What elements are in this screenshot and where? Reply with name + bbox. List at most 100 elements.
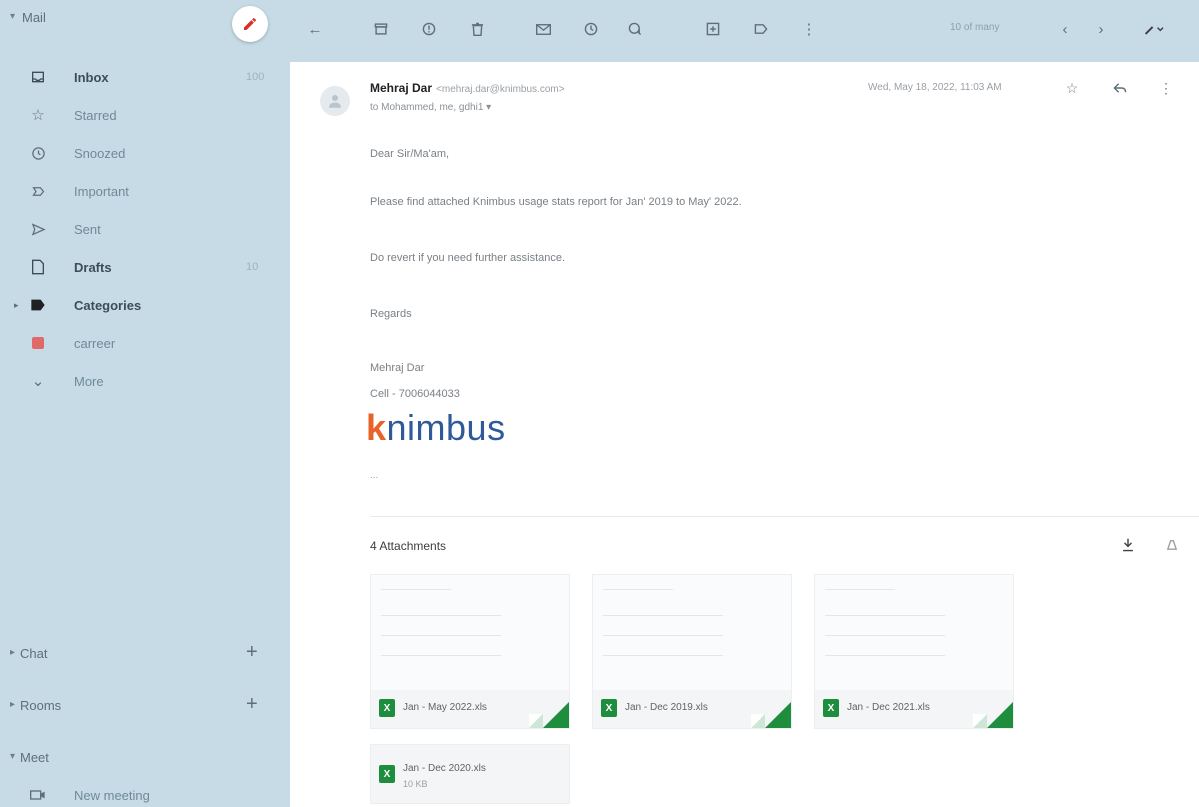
chevron-left-icon[interactable]: ‹ (1054, 18, 1076, 40)
sidebar-item-label: Categories (74, 297, 142, 313)
send-icon (28, 219, 48, 239)
sidebar-item-drafts[interactable]: Drafts 10 (0, 248, 290, 286)
archive-icon[interactable] (370, 18, 392, 40)
chevron-down-icon: ⌄ (31, 373, 45, 390)
trimmed-content-button[interactable]: ... (370, 470, 378, 481)
reply-icon[interactable] (1110, 78, 1130, 98)
rooms-section-header[interactable]: ▸ Rooms + (0, 688, 290, 724)
mark-unread-icon[interactable] (532, 18, 554, 40)
sidebar-item-new-meeting[interactable]: New meeting (0, 776, 290, 807)
add-to-drive-icon[interactable] (1162, 535, 1182, 555)
knimbus-logo: knimbus (366, 407, 506, 448)
attachment-card[interactable]: X Jan - Dec 2019.xls (592, 574, 792, 729)
collapse-caret-icon[interactable]: ▾ (10, 11, 15, 22)
sidebar-item-carreer[interactable]: carreer (0, 324, 290, 362)
sidebar-item-label: Drafts (74, 259, 112, 275)
sidebar-item-more[interactable]: ⌄ More (0, 362, 290, 400)
rooms-section-label: Rooms (20, 698, 62, 713)
mail-section-label: Mail (22, 10, 46, 25)
attachment-card[interactable]: X Jan - May 2022.xls (370, 574, 570, 729)
attachment-footer: X Jan - Dec 2021.xls (815, 690, 1013, 728)
download-all-icon[interactable] (1118, 535, 1138, 555)
pagination-count: 10 of many (950, 22, 1000, 33)
attachment-card[interactable]: X Jan - Dec 2020.xls 10 KB (370, 744, 570, 804)
divider (370, 516, 1199, 517)
clock-icon (28, 143, 48, 163)
snooze-icon[interactable] (580, 18, 602, 40)
corner-fold (973, 714, 987, 728)
excel-icon: X (379, 699, 395, 717)
sender-line: Mehraj Dar <mehraj.dar@knimbus.com> (370, 81, 565, 95)
recipients-line[interactable]: to Mohammed, me, gdhi1 ▾ (370, 102, 491, 113)
sidebar-item-label: Important (74, 183, 129, 199)
star-icon: ☆ (31, 107, 45, 124)
more-vertical-icon[interactable]: ⋮ (798, 18, 820, 40)
attachment-footer: X Jan - Dec 2019.xls (593, 690, 791, 728)
move-to-icon[interactable] (702, 18, 724, 40)
collapse-caret-icon[interactable]: ▾ (10, 751, 15, 762)
attachment-name: Jan - Dec 2019.xls (625, 702, 708, 713)
expand-caret-icon[interactable]: ▸ (14, 300, 19, 311)
excel-icon: X (601, 699, 617, 717)
excel-corner-icon (987, 702, 1013, 728)
chat-section-header[interactable]: ▸ Chat + (0, 636, 290, 672)
sidebar-item-label: carreer (74, 335, 116, 351)
more-vertical-icon[interactable]: ⋮ (1156, 78, 1176, 98)
label-red-icon (28, 333, 48, 353)
sidebar-item-inbox[interactable]: Inbox 100 (0, 58, 290, 96)
attachment-preview (593, 575, 791, 690)
email-greeting: Dear Sir/Ma'am, (370, 148, 450, 160)
sidebar-item-label: Sent (74, 221, 101, 237)
collapse-caret-icon[interactable]: ▸ (10, 699, 15, 710)
attachment-name: Jan - Dec 2020.xls (403, 763, 486, 774)
sender-name[interactable]: Mehraj Dar (370, 81, 432, 95)
sidebar-item-snoozed[interactable]: Snoozed (0, 134, 290, 172)
sidebar-item-count: 100 (246, 71, 265, 83)
video-icon (28, 785, 48, 805)
delete-icon[interactable] (466, 18, 488, 40)
report-spam-icon[interactable] (418, 18, 440, 40)
chevron-right-icon[interactable]: › (1090, 18, 1112, 40)
star-icon[interactable]: ☆ (1062, 78, 1082, 98)
sidebar-item-important[interactable]: Important (0, 172, 290, 210)
signature-cell: Cell - 7006044033 (370, 388, 460, 400)
excel-icon: X (823, 699, 839, 717)
corner-fold (529, 714, 543, 728)
compose-button[interactable] (232, 6, 268, 42)
attachment-footer: X Jan - May 2022.xls (371, 690, 569, 728)
attachment-preview (815, 575, 1013, 690)
add-room-icon[interactable]: + (246, 693, 258, 716)
sidebar-item-label: Snoozed (74, 145, 126, 161)
sidebar-item-label: More (74, 373, 104, 389)
meet-section-header[interactable]: ▾ Meet (0, 740, 290, 776)
collapse-caret-icon[interactable]: ▸ (10, 647, 15, 658)
attachment-footer: X Jan - Dec 2020.xls 10 KB (371, 745, 569, 803)
excel-corner-icon (543, 702, 569, 728)
sidebar-item-label: Inbox (74, 69, 109, 85)
sidebar-item-count: 10 (246, 261, 259, 273)
input-tools-icon[interactable] (1138, 18, 1170, 40)
sidebar-item-starred[interactable]: ☆ Starred (0, 96, 290, 134)
email-view: Mehraj Dar <mehraj.dar@knimbus.com> to Mo… (290, 62, 1199, 807)
person-icon (329, 95, 341, 108)
excel-corner-icon (765, 702, 791, 728)
attachment-size: 10 KB (403, 779, 428, 789)
email-body-line: Do revert if you need further assistance… (370, 252, 566, 264)
important-icon (28, 181, 48, 201)
add-chat-icon[interactable]: + (246, 641, 258, 664)
back-arrow-icon[interactable]: ← (304, 18, 326, 40)
attachment-name: Jan - May 2022.xls (403, 702, 487, 713)
sidebar-item-categories[interactable]: ▸ Categories (0, 286, 290, 324)
sidebar-item-label: New meeting (74, 787, 150, 803)
email-date: Wed, May 18, 2022, 11:03 AM (868, 82, 1002, 93)
label-as-icon[interactable] (750, 18, 772, 40)
add-to-tasks-icon[interactable] (624, 18, 646, 40)
meet-section-label: Meet (20, 750, 49, 765)
sidebar-item-sent[interactable]: Sent (0, 210, 290, 248)
attachment-card[interactable]: X Jan - Dec 2021.xls (814, 574, 1014, 729)
label-icon (28, 295, 48, 315)
avatar (320, 86, 350, 116)
email-regards: Regards (370, 308, 412, 320)
inbox-icon (28, 67, 48, 87)
attachments-title: 4 Attachments (370, 539, 447, 553)
